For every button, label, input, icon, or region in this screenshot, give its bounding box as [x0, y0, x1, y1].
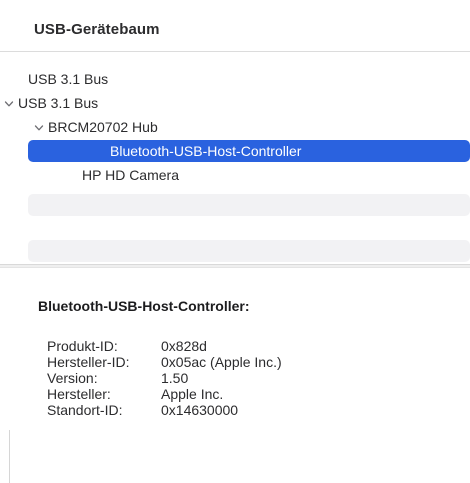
property-label: Hersteller-ID:	[47, 354, 130, 370]
device-details-pane: Bluetooth-USB-Host-Controller: Produkt-I…	[0, 268, 470, 483]
tree-item-label: HP HD Camera	[82, 167, 179, 183]
empty-row-stripe	[28, 240, 470, 262]
system-information-window: USB-Gerätebaum USB 3.1 Bus USB 3.1 Bus B…	[0, 0, 470, 483]
tree-item-label: Bluetooth-USB-Host-Controller	[110, 143, 302, 159]
tree-item-label: USB 3.1 Bus	[28, 71, 109, 87]
tree-item-usb-bus-1[interactable]: USB 3.1 Bus	[28, 68, 470, 90]
device-properties-list: Produkt-ID: 0x828d Hersteller-ID: 0x05ac…	[47, 338, 401, 418]
property-value: 0x828d	[161, 338, 207, 354]
device-details-title: Bluetooth-USB-Host-Controller:	[38, 298, 250, 314]
property-value: 0x14630000	[161, 402, 239, 418]
usb-device-tree: USB 3.1 Bus USB 3.1 Bus BRCM20702 Hub Bl…	[0, 52, 470, 264]
property-row-vendor-id: Hersteller-ID: 0x05ac (Apple Inc.)	[47, 354, 401, 370]
sidebar-divider	[9, 430, 10, 483]
property-row-product-id: Produkt-ID: 0x828d	[47, 338, 401, 354]
tree-item-brcm-hub[interactable]: BRCM20702 Hub	[4, 116, 446, 138]
empty-row-stripe	[28, 194, 470, 216]
tree-item-usb-bus-2[interactable]: USB 3.1 Bus	[4, 92, 446, 114]
tree-item-label: BRCM20702 Hub	[48, 119, 158, 135]
tree-item-bluetooth-controller[interactable]: Bluetooth-USB-Host-Controller	[28, 140, 470, 162]
property-label: Standort-ID:	[47, 402, 123, 418]
property-row-manufacturer: Hersteller: Apple Inc.	[47, 386, 401, 402]
property-value: 0x05ac (Apple Inc.)	[161, 354, 282, 370]
section-header: USB-Gerätebaum	[0, 0, 470, 52]
property-value: 1.50	[161, 370, 189, 386]
page-title: USB-Gerätebaum	[34, 21, 160, 38]
chevron-down-icon[interactable]	[4, 99, 14, 109]
chevron-down-icon[interactable]	[34, 123, 44, 133]
tree-item-hp-camera[interactable]: HP HD Camera	[28, 164, 470, 186]
property-row-location-id: Standort-ID: 0x14630000	[47, 402, 401, 418]
property-row-version: Version: 1.50	[47, 370, 401, 386]
property-label: Version:	[47, 370, 98, 386]
property-value: Apple Inc.	[161, 386, 224, 402]
property-label: Produkt-ID:	[47, 338, 118, 354]
property-label: Hersteller:	[47, 386, 111, 402]
tree-item-label: USB 3.1 Bus	[18, 95, 99, 111]
